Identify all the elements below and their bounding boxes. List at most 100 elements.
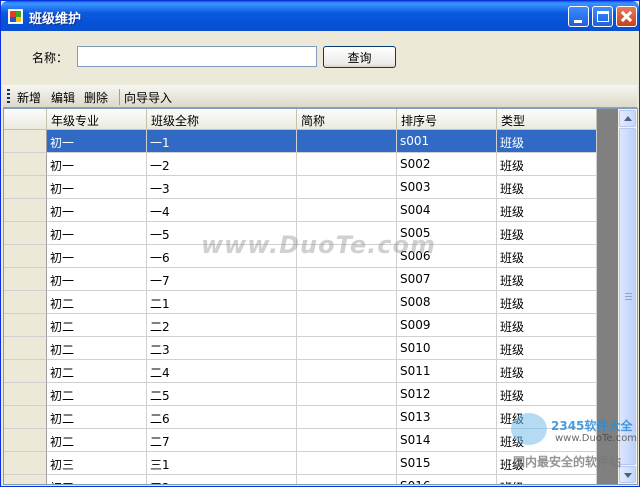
edit-button[interactable]: 编辑 [51,89,75,106]
row-header[interactable] [4,429,47,452]
cell-grade[interactable]: 初二 [47,406,147,429]
row-header[interactable] [4,199,47,222]
cell-short-name[interactable] [297,291,397,314]
cell-grade[interactable]: 初一 [47,130,147,153]
scroll-thumb[interactable] [619,128,636,465]
cell-full-name[interactable]: 一2 [147,153,297,176]
cell-full-name[interactable]: 一7 [147,268,297,291]
column-header-sort-no[interactable]: 排序号 [397,109,497,130]
cell-type[interactable]: 班级 [497,245,597,268]
cell-type[interactable]: 班级 [497,268,597,291]
cell-type[interactable]: 班级 [497,314,597,337]
cell-grade[interactable]: 初三 [47,475,147,484]
cell-sort-no[interactable]: s001 [397,130,497,153]
cell-type[interactable]: 班级 [497,153,597,176]
row-header[interactable] [4,222,47,245]
cell-grade[interactable]: 初二 [47,360,147,383]
cell-sort-no[interactable]: S004 [397,199,497,222]
row-header[interactable] [4,130,47,153]
cell-sort-no[interactable]: S014 [397,429,497,452]
name-input[interactable] [77,46,317,67]
cell-sort-no[interactable]: S005 [397,222,497,245]
column-header-full-name[interactable]: 班级全称 [147,109,297,130]
cell-type[interactable]: 班级 [497,337,597,360]
cell-type[interactable]: 班级 [497,383,597,406]
table-row[interactable]: 初二 二6 S013 班级 [4,406,597,429]
table-row[interactable]: 初三 三1 S015 班级 [4,452,597,475]
cell-grade[interactable]: 初一 [47,268,147,291]
add-button[interactable]: 新增 [17,89,41,106]
cell-full-name[interactable]: 一1 [147,130,297,153]
cell-grade[interactable]: 初一 [47,176,147,199]
table-row[interactable]: 初二 二7 S014 班级 [4,429,597,452]
table-row[interactable]: 初三三2 S016班级 [4,475,597,484]
row-header[interactable] [4,153,47,176]
table-row[interactable]: 初二 二2 S009 班级 [4,314,597,337]
cell-grade[interactable]: 初一 [47,222,147,245]
cell-type[interactable]: 班级 [497,222,597,245]
scroll-down-icon[interactable] [619,466,636,483]
cell-sort-no[interactable]: S002 [397,153,497,176]
row-header-corner[interactable] [4,109,47,130]
cell-full-name[interactable]: 一4 [147,199,297,222]
cell-full-name[interactable]: 三2 [147,475,297,484]
table-row[interactable]: 初一 一4 S004 班级 [4,199,597,222]
table-row[interactable]: 初一 一5 S005 班级 [4,222,597,245]
cell-grade[interactable]: 初一 [47,245,147,268]
row-header[interactable] [4,452,47,475]
cell-short-name[interactable] [297,452,397,475]
cell-sort-no[interactable]: S010 [397,337,497,360]
row-header[interactable] [4,245,47,268]
minimize-button[interactable] [568,6,589,27]
vertical-scrollbar[interactable] [618,109,637,484]
table-row[interactable]: 初二 二5 S012 班级 [4,383,597,406]
cell-full-name[interactable]: 二1 [147,291,297,314]
row-header[interactable] [4,383,47,406]
cell-sort-no[interactable]: S013 [397,406,497,429]
cell-short-name[interactable] [297,337,397,360]
row-header[interactable] [4,337,47,360]
cell-grade[interactable]: 初二 [47,291,147,314]
cell-short-name[interactable] [297,245,397,268]
row-header[interactable] [4,176,47,199]
column-header-grade[interactable]: 年级专业 [47,109,147,130]
cell-grade[interactable]: 初二 [47,337,147,360]
table-row[interactable]: 初一 一6 S006 班级 [4,245,597,268]
cell-full-name[interactable]: 二6 [147,406,297,429]
cell-sort-no[interactable]: S007 [397,268,497,291]
cell-sort-no[interactable]: S015 [397,452,497,475]
row-header[interactable] [4,268,47,291]
cell-short-name[interactable] [297,153,397,176]
cell-short-name[interactable] [297,406,397,429]
title-bar[interactable]: 班级维护 [1,1,639,31]
cell-short-name[interactable] [297,222,397,245]
cell-short-name[interactable] [297,360,397,383]
cell-type[interactable]: 班级 [497,130,597,153]
cell-grade[interactable]: 初一 [47,199,147,222]
cell-short-name[interactable] [297,130,397,153]
cell-short-name[interactable] [297,383,397,406]
cell-short-name[interactable] [297,475,397,484]
cell-full-name[interactable]: 二3 [147,337,297,360]
cell-sort-no[interactable]: S016 [397,475,497,484]
cell-short-name[interactable] [297,199,397,222]
cell-type[interactable]: 班级 [497,199,597,222]
column-header-short-name[interactable]: 简称 [297,109,397,130]
cell-sort-no[interactable]: S011 [397,360,497,383]
cell-type[interactable]: 班级 [497,291,597,314]
cell-grade[interactable]: 初二 [47,383,147,406]
cell-type[interactable]: 班级 [497,406,597,429]
cell-short-name[interactable] [297,176,397,199]
cell-full-name[interactable]: 二7 [147,429,297,452]
column-header-type[interactable]: 类型 [497,109,597,130]
cell-full-name[interactable]: 二4 [147,360,297,383]
maximize-button[interactable] [592,6,613,27]
cell-grade[interactable]: 初三 [47,452,147,475]
cell-sort-no[interactable]: S009 [397,314,497,337]
cell-short-name[interactable] [297,429,397,452]
table-row[interactable]: 初二 二3 S010 班级 [4,337,597,360]
cell-full-name[interactable]: 一6 [147,245,297,268]
cell-type[interactable]: 班级 [497,176,597,199]
close-button[interactable] [616,6,637,27]
cell-sort-no[interactable]: S006 [397,245,497,268]
